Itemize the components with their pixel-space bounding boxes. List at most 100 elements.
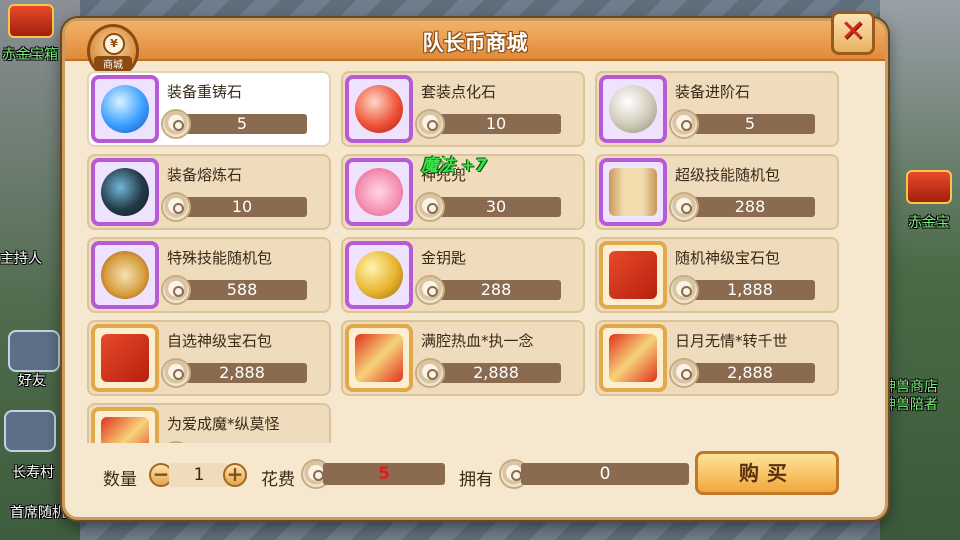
gift-icon xyxy=(609,251,657,299)
item-card[interactable]: 装备进阶石 5 xyxy=(595,71,839,147)
item-price: 2,888 xyxy=(431,363,561,383)
item-icon-frame xyxy=(91,407,159,443)
item-card[interactable]: 满腔热血*执一念 2,888 xyxy=(341,320,585,396)
captain-coin-icon xyxy=(161,441,191,443)
card-icon xyxy=(609,334,657,382)
key-icon xyxy=(355,251,403,299)
item-icon-frame xyxy=(91,158,159,226)
item-price: 10 xyxy=(431,114,561,134)
bg-label-beast-shop: 神兽商店 xyxy=(882,379,938,395)
item-name: 装备进阶石 xyxy=(675,83,751,101)
item-name: 为爱成魔*纵莫怪 xyxy=(167,415,280,433)
owned-value: 0 xyxy=(521,463,689,485)
captain-coin-icon xyxy=(415,358,445,388)
item-price: 10 xyxy=(177,197,307,217)
item-grid[interactable]: 装备重铸石 5 套装点化石 10 装备进阶石 5 装备熔炼石 10 神兜兜 30 超级技能随机包 28… xyxy=(87,71,867,443)
shop-badge: ¥ 商城 xyxy=(87,24,139,78)
money-bag-icon: ¥ xyxy=(103,33,125,55)
captain-coin-icon xyxy=(415,109,445,139)
pig-icon xyxy=(355,168,403,216)
buy-button[interactable]: 购买 xyxy=(695,451,839,495)
item-price: 588 xyxy=(177,280,307,300)
item-card[interactable]: 特殊技能随机包 588 xyxy=(87,237,331,313)
title-bar: 队长币商城 xyxy=(65,21,885,61)
item-price: 2,888 xyxy=(685,363,815,383)
item-icon-frame xyxy=(345,241,413,309)
bg-label-random: 首席随机 xyxy=(10,505,66,521)
item-icon-frame xyxy=(91,324,159,392)
captain-coin-icon xyxy=(669,358,699,388)
item-icon-frame xyxy=(345,75,413,143)
item-card[interactable]: 自选神级宝石包 2,888 xyxy=(87,320,331,396)
friends-icon[interactable] xyxy=(8,330,60,372)
item-price: 30 xyxy=(431,197,561,217)
captain-coin-icon xyxy=(161,192,191,222)
silver-orb-icon xyxy=(609,85,657,133)
card-icon xyxy=(355,334,403,382)
item-name: 满腔热血*执一念 xyxy=(421,332,534,350)
item-card[interactable]: 套装点化石 10 xyxy=(341,71,585,147)
captain-coin-icon xyxy=(161,275,191,305)
item-price: 1,888 xyxy=(685,280,815,300)
bg-label-chest: 赤金宝箱 xyxy=(2,47,58,63)
right-chest-icon[interactable] xyxy=(906,170,952,204)
bg-label-host: 主持人 xyxy=(0,251,42,267)
bg-label-village: 长寿村 xyxy=(12,465,54,481)
item-name: 金钥匙 xyxy=(421,249,467,267)
right-hud-area xyxy=(880,0,960,540)
close-icon: ✕ xyxy=(840,14,866,49)
cost-label: 花费 xyxy=(261,470,295,490)
item-price: 288 xyxy=(685,197,815,217)
cost-value: 5 xyxy=(323,463,445,485)
item-card[interactable]: 超级技能随机包 288 xyxy=(595,154,839,230)
item-icon-frame xyxy=(599,324,667,392)
scroll-icon xyxy=(609,168,657,216)
item-card[interactable]: 为爱成魔*纵莫怪 xyxy=(87,403,331,443)
quantity-field[interactable]: 1 xyxy=(169,463,229,487)
item-icon-frame xyxy=(599,158,667,226)
item-name: 超级技能随机包 xyxy=(675,166,781,184)
item-icon-frame xyxy=(599,75,667,143)
item-card[interactable]: 装备重铸石 5 xyxy=(87,71,331,147)
captain-coin-icon xyxy=(669,275,699,305)
bg-label-right-chest: 赤金宝 xyxy=(908,215,950,231)
captain-coin-icon xyxy=(415,192,445,222)
item-name: 特殊技能随机包 xyxy=(167,249,273,267)
item-icon-frame xyxy=(91,75,159,143)
item-card[interactable]: 随机神级宝石包 1,888 xyxy=(595,237,839,313)
red-orb-icon xyxy=(355,85,403,133)
item-name: 日月无情*转千世 xyxy=(675,332,788,350)
owned-label: 拥有 xyxy=(459,470,493,490)
captain-coin-icon xyxy=(669,109,699,139)
item-name: 随机神级宝石包 xyxy=(675,249,781,267)
item-name: 套装点化石 xyxy=(421,83,497,101)
page-title: 队长币商城 xyxy=(422,31,528,55)
bg-label-beast-guide: 神兽陪者 xyxy=(882,397,938,413)
item-price: 288 xyxy=(431,280,561,300)
yin-yang-icon xyxy=(101,251,149,299)
item-card[interactable]: 日月无情*转千世 2,888 xyxy=(595,320,839,396)
close-button[interactable]: ✕ xyxy=(831,11,875,55)
quantity-label: 数量 xyxy=(103,470,137,490)
item-icon-frame xyxy=(345,324,413,392)
item-price: 5 xyxy=(685,114,815,134)
item-icon-frame xyxy=(91,241,159,309)
plus-button[interactable]: + xyxy=(223,463,247,487)
item-price: 5 xyxy=(177,114,307,134)
blue-orb-icon xyxy=(101,85,149,133)
item-card[interactable]: 金钥匙 288 xyxy=(341,237,585,313)
captain-coin-icon xyxy=(669,192,699,222)
chat-icon[interactable] xyxy=(4,410,56,452)
item-icon-frame xyxy=(345,158,413,226)
treasure-chest-icon[interactable] xyxy=(8,4,54,38)
card-icon xyxy=(101,417,149,443)
item-name: 自选神级宝石包 xyxy=(167,332,273,350)
captain-coin-icon xyxy=(161,358,191,388)
bg-label-friends: 好友 xyxy=(18,373,46,389)
dark-orb-icon xyxy=(101,168,149,216)
captain-coin-icon xyxy=(415,275,445,305)
item-icon-frame xyxy=(599,241,667,309)
item-card[interactable]: 装备熔炼石 10 xyxy=(87,154,331,230)
captain-coin-icon xyxy=(161,109,191,139)
item-name: 装备熔炼石 xyxy=(167,166,243,184)
